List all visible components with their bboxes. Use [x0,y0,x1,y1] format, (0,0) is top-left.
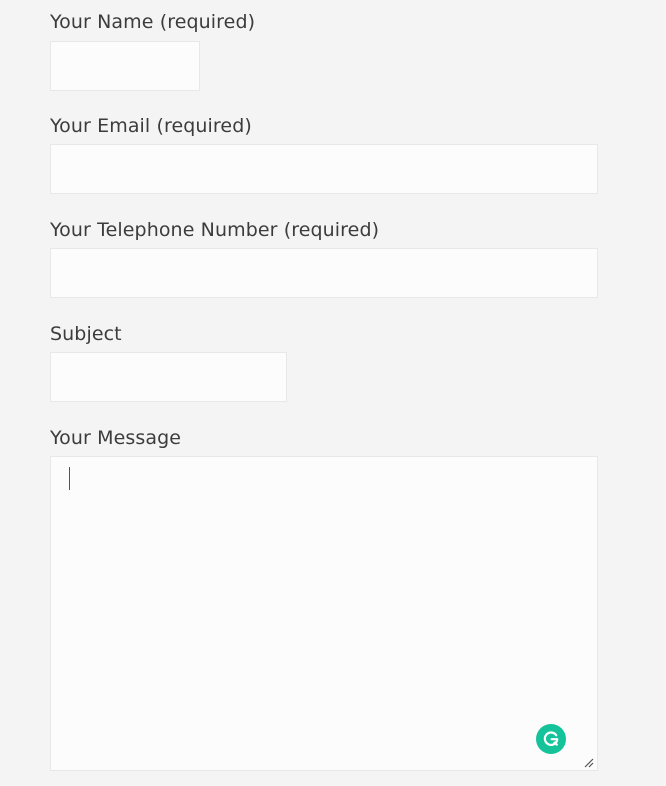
name-field[interactable] [50,41,200,91]
email-label: Your Email (required) [50,115,252,137]
name-label: Your Name (required) [50,11,256,33]
subject-label: Subject [50,323,122,345]
subject-field[interactable] [50,352,287,402]
resize-handle-icon[interactable] [583,757,594,768]
contact-form: Your Name (required) Your Email (require… [0,0,666,786]
email-field[interactable] [50,144,598,194]
message-field[interactable] [50,456,598,771]
grammarly-g-glyph [543,731,559,746]
message-label: Your Message [50,427,182,449]
phone-field[interactable] [50,248,598,298]
text-caret [69,467,70,490]
phone-label: Your Telephone Number (required) [50,219,380,241]
grammarly-icon[interactable] [536,724,566,754]
